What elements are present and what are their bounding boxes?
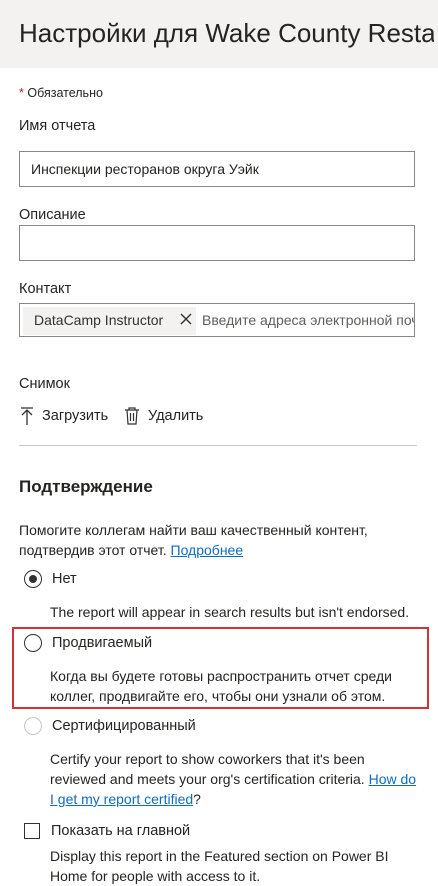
settings-header: Настройки для Wake County Restaurant Ins…	[0, 0, 438, 68]
contact-chip-label: DataCamp Instructor	[34, 312, 164, 328]
trash-icon	[124, 406, 140, 426]
radio-promoted-description: Когда вы будете готовы распространить от…	[50, 668, 392, 704]
radio-promoted-circle[interactable]	[24, 634, 42, 652]
report-name-label: Имя отчета	[19, 118, 96, 134]
page-title: Настройки для Wake County Restaurant Ins…	[19, 18, 434, 48]
delete-label: Удалить	[148, 408, 204, 424]
contact-chip: DataCamp Instructor	[23, 307, 196, 335]
radio-certified-circle[interactable]	[24, 717, 42, 735]
radio-certified-description: Certify your report to show coworkers th…	[50, 749, 420, 809]
radio-none-description: The report will appear in search results…	[50, 604, 410, 620]
featured-description: Display this report in the Featured sect…	[50, 848, 389, 884]
endorsement-intro: Помогите коллегам найти ваш качественный…	[19, 520, 419, 560]
radio-none-label: Нет	[52, 571, 77, 587]
upload-button[interactable]: Загрузить	[19, 404, 108, 428]
report-name-value: Инспекции ресторанов округа Уэйк	[31, 161, 259, 177]
contact-label: Контакт	[19, 281, 72, 297]
certify-help-suffix: ?	[193, 791, 201, 807]
delete-button[interactable]: Удалить	[124, 404, 203, 428]
featured-label: Показать на главной	[51, 823, 191, 839]
section-divider	[19, 445, 417, 446]
radio-certified-label: Сертифицированный	[52, 718, 196, 734]
certified-description-text: Certify your report to show coworkers th…	[50, 751, 365, 787]
required-note: * Обязательно	[19, 86, 103, 100]
required-note-text: Обязательно	[27, 86, 103, 100]
contact-field[interactable]: DataCamp Instructor	[19, 303, 415, 337]
radio-certified[interactable]: Сертифицированный	[24, 716, 196, 736]
required-star: *	[19, 86, 24, 100]
radio-none-circle[interactable]	[24, 570, 42, 588]
learn-more-link[interactable]: Подробнее	[171, 542, 244, 558]
snapshot-label: Снимок	[19, 376, 70, 392]
featured-checkbox-row[interactable]: Показать на главной	[24, 821, 190, 841]
radio-promoted[interactable]: Продвигаемый	[24, 633, 152, 653]
close-icon[interactable]	[178, 309, 194, 331]
featured-checkbox[interactable]	[24, 823, 40, 839]
description-label: Описание	[19, 207, 86, 223]
radio-none[interactable]: Нет	[24, 569, 77, 589]
radio-selected-dot	[29, 575, 37, 583]
endorsement-title: Подтверждение	[19, 477, 153, 496]
contact-email-input[interactable]	[202, 304, 414, 336]
description-field[interactable]	[19, 225, 415, 261]
upload-label: Загрузить	[42, 408, 109, 424]
upload-icon	[19, 406, 35, 426]
radio-promoted-label: Продвигаемый	[52, 635, 153, 651]
report-name-field[interactable]: Инспекции ресторанов округа Уэйк	[19, 151, 415, 187]
